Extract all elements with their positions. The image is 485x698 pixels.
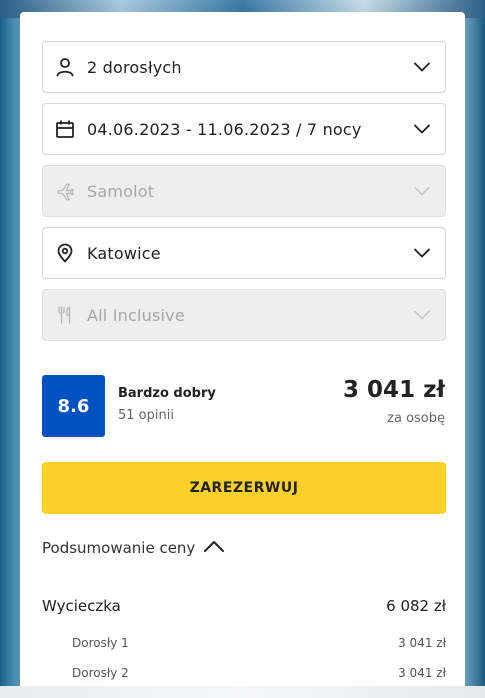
departure-value: Katowice [87,243,161,263]
location-pin-icon [55,242,81,264]
dates-select[interactable]: 04.06.2023 - 11.06.2023 / 7 nocy [42,103,446,155]
summary-row-adult-2: Dorosły 2 3 041 zł [42,666,446,680]
transport-value: Samolot [87,181,155,201]
price-per-person-note: za osobę [387,411,445,426]
chevron-down-icon[interactable] [411,56,433,78]
rating-label: Bardzo dobry [118,386,216,401]
chevron-down-icon[interactable] [411,118,433,140]
summary-row-value: 3 041 zł [398,666,446,680]
price-summary-label: Podsumowanie ceny [42,539,196,557]
chevron-down-icon [411,304,433,326]
price-amount: 3 041 zł [343,377,445,403]
board-value: All Inclusive [87,305,185,325]
reviews-count-link[interactable]: 51 opinii [118,408,174,423]
summary-row-label: Dorosły 2 [72,666,129,680]
rating-score-badge: 8.6 [42,375,105,437]
chevron-down-icon[interactable] [411,242,433,264]
cutlery-icon [55,304,81,326]
booking-panel: 2 dorosłych 04.06.2023 - 11.06.2023 / 7 … [20,12,465,698]
dates-value: 04.06.2023 - 11.06.2023 / 7 nocy [87,119,362,139]
travelers-select[interactable]: 2 dorosłych [42,41,446,93]
chevron-down-icon [411,180,433,202]
person-icon [55,56,81,78]
summary-row-label: Dorosły 1 [72,636,129,650]
page-bottom-strip [0,686,485,698]
calendar-icon [55,118,81,140]
summary-row-trip: Wycieczka 6 082 zł [42,597,446,615]
book-button[interactable]: ZAREZERWUJ [42,462,446,514]
plane-icon [55,180,81,202]
transport-select[interactable]: Samolot [42,165,446,217]
summary-row-value: 3 041 zł [398,636,446,650]
summary-row-adult-1: Dorosły 1 3 041 zł [42,636,446,650]
summary-row-label: Wycieczka [42,597,121,615]
summary-row-value: 6 082 zł [386,597,446,615]
chevron-up-icon [203,539,225,557]
departure-select[interactable]: Katowice [42,227,446,279]
travelers-value: 2 dorosłych [87,57,182,77]
board-select[interactable]: All Inclusive [42,289,446,341]
price-summary-toggle[interactable]: Podsumowanie ceny [42,539,225,557]
